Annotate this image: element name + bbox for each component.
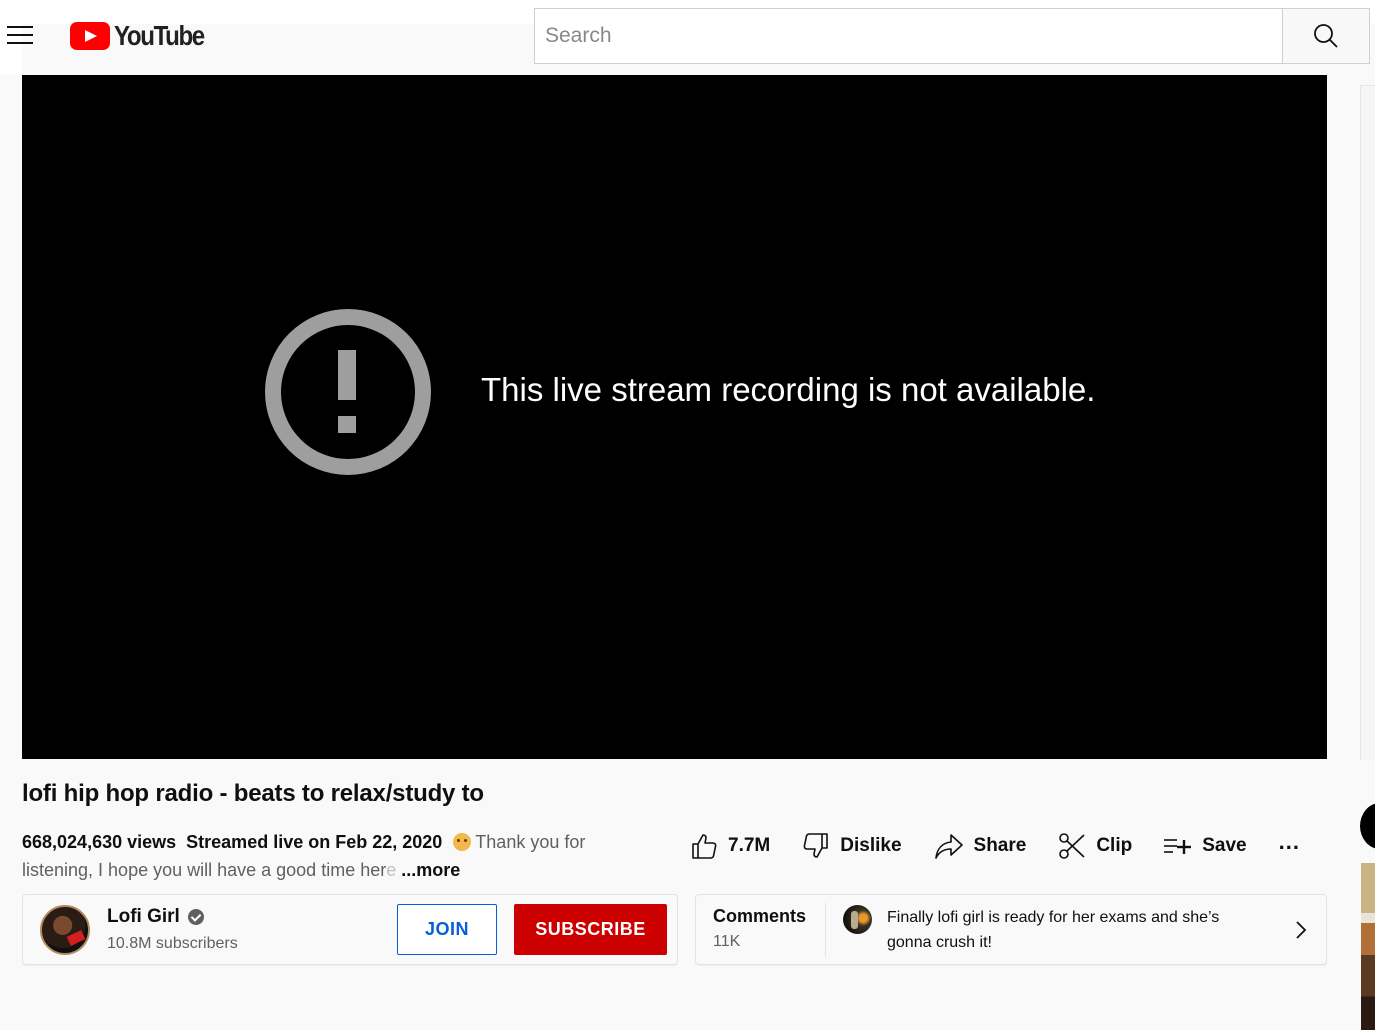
description-fade: e — [386, 860, 397, 880]
share-arrow-icon — [934, 834, 963, 859]
dislike-button[interactable]: Dislike — [802, 832, 902, 860]
comments-label: Comments — [713, 906, 807, 926]
alert-circle-icon — [265, 309, 431, 475]
youtube-logo[interactable]: YouTube — [70, 20, 218, 51]
playlist-add-icon — [1164, 839, 1192, 854]
clip-button[interactable]: Clip — [1058, 832, 1132, 860]
video-title: lofi hip hop radio - beats to relax/stud… — [22, 780, 484, 807]
dislike-label: Dislike — [840, 835, 902, 856]
hamburger-menu-icon[interactable] — [7, 26, 33, 46]
thumbs-down-icon — [803, 833, 829, 858]
related-video-thumbnail[interactable] — [1361, 863, 1375, 1030]
share-button[interactable]: Share — [934, 832, 1027, 860]
channel-name[interactable]: Lofi Girl — [107, 906, 204, 928]
like-button[interactable]: 7.7M — [690, 832, 770, 860]
comments-count: 11K — [713, 933, 741, 950]
save-button[interactable]: Save — [1162, 832, 1247, 860]
video-player[interactable]: This live stream recording is not availa… — [22, 75, 1327, 759]
video-actions: 7.7M Dislike Share Clip Save ... — [690, 829, 1300, 862]
channel-card: Lofi Girl 10.8M subscribers JOIN SUBSCRI… — [22, 894, 678, 965]
thumbs-up-icon — [692, 834, 717, 859]
share-label: Share — [973, 835, 1027, 856]
show-more-link[interactable]: ...more — [401, 860, 460, 880]
like-count: 7.7M — [728, 835, 771, 856]
scroll-next-button[interactable] — [1360, 803, 1375, 849]
description-line-1: Thank you for — [475, 832, 586, 852]
view-count: 668,024,630 views — [22, 832, 177, 852]
verified-check-icon — [187, 909, 204, 925]
search-input[interactable] — [545, 24, 1282, 48]
logo-text: YouTube — [114, 20, 205, 51]
chevron-right-icon — [1296, 921, 1307, 939]
youtube-play-icon — [70, 22, 110, 50]
subscriber-count: 10.8M subscribers — [107, 935, 238, 952]
description-line-2: listening, I hope you will have a good t… — [22, 860, 387, 880]
hugging-face-emoji-icon — [453, 833, 472, 851]
comments-divider — [825, 903, 826, 957]
search-icon — [1314, 24, 1338, 48]
save-label: Save — [1202, 835, 1247, 856]
search-box[interactable] — [534, 8, 1282, 64]
video-description[interactable]: 668,024,630 views Streamed live on Feb 2… — [22, 828, 642, 884]
subscribe-button[interactable]: SUBSCRIBE — [514, 904, 667, 955]
channel-avatar[interactable] — [40, 905, 90, 955]
more-actions-button[interactable]: ... — [1279, 829, 1300, 855]
clip-label: Clip — [1096, 835, 1133, 856]
scissors-icon — [1059, 833, 1085, 859]
secondary-panel — [1360, 85, 1375, 760]
search-button[interactable] — [1282, 8, 1370, 64]
youtube-watch-page: YouTube This live stream recording is no… — [0, 0, 1375, 1030]
commenter-avatar — [843, 905, 872, 934]
comments-teaser[interactable]: Comments 11K Finally lofi girl is ready … — [695, 894, 1327, 965]
top-comment-text: Finally lofi girl is ready for her exams… — [887, 909, 1220, 951]
channel-name-text: Lofi Girl — [107, 906, 180, 927]
join-button[interactable]: JOIN — [397, 904, 497, 955]
player-error-message: This live stream recording is not availa… — [481, 371, 1096, 408]
stream-date: Streamed live on Feb 22, 2020 — [186, 832, 443, 852]
